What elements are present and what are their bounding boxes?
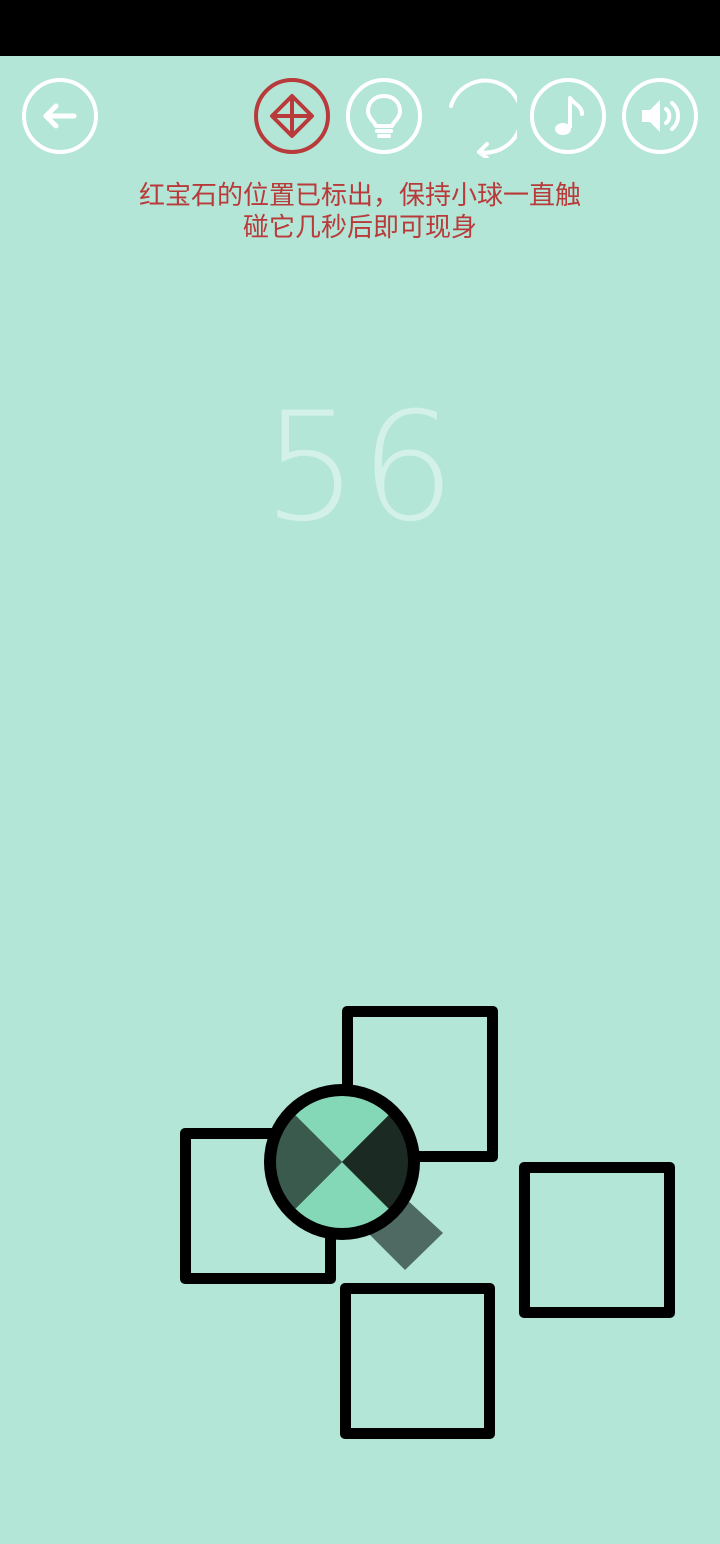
ruby-locate-button[interactable] — [254, 78, 330, 154]
restart-icon — [449, 78, 524, 160]
speaker-icon — [642, 100, 680, 132]
score-counter: 56 — [262, 381, 458, 555]
lightbulb-icon — [366, 94, 402, 138]
square-box-right — [519, 1162, 675, 1318]
restart-button[interactable] — [437, 78, 524, 160]
hint-button[interactable] — [346, 78, 422, 154]
square-box-left — [180, 1128, 336, 1284]
music-note-icon — [555, 96, 584, 135]
hint-line-1: 红宝石的位置已标出，保持小球一直触 — [138, 181, 581, 211]
hint-line-2: 碰它几秒后即可现身 — [242, 213, 477, 243]
status-bar — [0, 0, 720, 56]
square-box-top — [342, 1006, 498, 1162]
back-button[interactable] — [22, 78, 98, 154]
sound-toggle-button[interactable] — [622, 78, 698, 154]
ruby-hint-message: 红宝石的位置已标出，保持小球一直触 碰它几秒后即可现身 — [60, 180, 660, 244]
ruby-marker-icon — [270, 94, 314, 138]
square-box-bottom — [340, 1283, 495, 1439]
music-toggle-button[interactable] — [530, 78, 606, 154]
back-arrow-icon — [43, 103, 77, 129]
